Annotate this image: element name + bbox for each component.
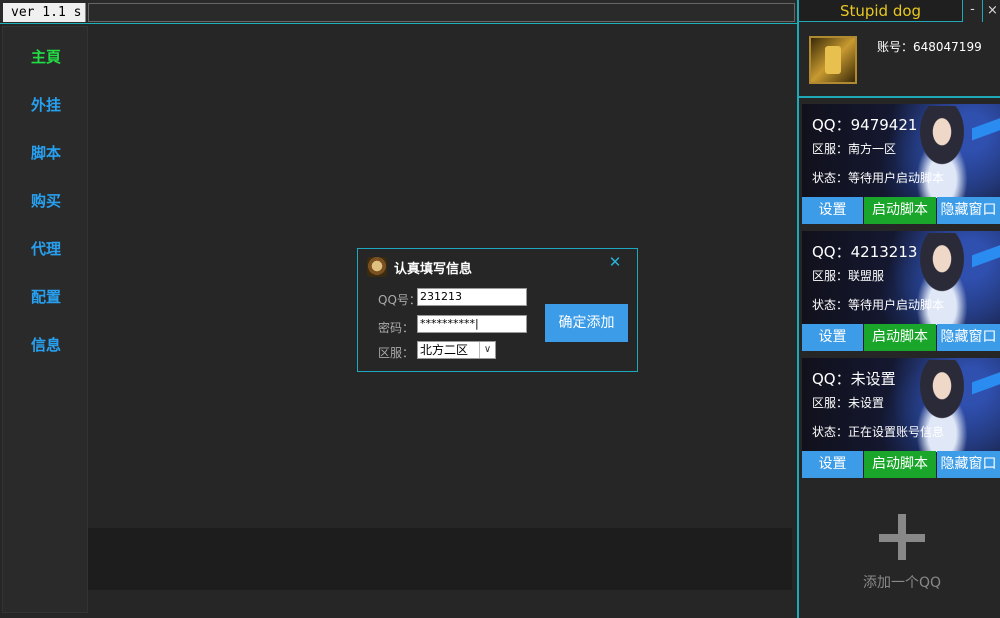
accent-decoration (972, 104, 1000, 154)
hide-window-button[interactable]: 隐藏窗口 (937, 324, 1000, 351)
password-label: 密码： (378, 321, 415, 335)
account-card: QQ：9479421 区服：南方一区 状态：等待用户启动脚本 设置 启动脚本 隐… (802, 104, 1000, 224)
version-label: ver 1.1 s (3, 3, 86, 22)
account-label: 账号：648047199 (877, 40, 982, 54)
add-account-dialog: 认真填写信息 ✕ QQ号： 231213 密码： **********| 区服：… (357, 248, 638, 372)
card-qq: QQ：未设置 (812, 370, 896, 388)
avatar (809, 36, 857, 84)
card-status: 状态：等待用户启动脚本 (812, 298, 945, 312)
sidebar-item-home[interactable]: 主頁 (3, 46, 89, 67)
start-script-button[interactable]: 启动脚本 (864, 451, 936, 478)
minimize-button[interactable]: - (962, 0, 982, 22)
zone-select[interactable]: 北方二区 ∨ (417, 341, 496, 359)
panel-title: Stupid dog (799, 0, 962, 22)
accent-decoration (972, 358, 1000, 408)
sidebar-item-config[interactable]: 配置 (3, 286, 89, 307)
hide-window-button[interactable]: 隐藏窗口 (937, 197, 1000, 224)
plus-icon[interactable] (879, 514, 927, 562)
close-button[interactable]: × (982, 0, 1000, 22)
sidebar-item-info[interactable]: 信息 (3, 334, 89, 355)
card-qq: QQ：4213213 (812, 243, 918, 261)
card-status: 状态：等待用户启动脚本 (812, 171, 945, 185)
accent-decoration (972, 231, 1000, 281)
title-bar-area (88, 3, 795, 22)
qq-label: QQ号： (378, 293, 421, 307)
settings-button[interactable]: 设置 (802, 324, 863, 351)
sidebar-item-cheats[interactable]: 外挂 (3, 94, 89, 115)
chevron-down-icon[interactable]: ∨ (479, 342, 495, 358)
sidebar: 主頁 外挂 脚本 购买 代理 配置 信息 (2, 26, 88, 613)
log-panel (88, 528, 792, 590)
card-zone: 区服：未设置 (812, 396, 885, 410)
account-card: QQ：未设置 区服：未设置 状态：正在设置账号信息 设置 启动脚本 隐藏窗口 (802, 358, 1000, 478)
card-zone: 区服：南方一区 (812, 142, 897, 156)
dialog-title: 认真填写信息 (394, 262, 473, 277)
sidebar-item-scripts[interactable]: 脚本 (3, 142, 89, 163)
account-card: QQ：4213213 区服：联盟服 状态：等待用户启动脚本 设置 启动脚本 隐藏… (802, 231, 1000, 351)
zone-label: 区服： (378, 346, 415, 360)
hide-window-button[interactable]: 隐藏窗口 (937, 451, 1000, 478)
account-panel: Stupid dog - × 账号：648047199 QQ：9479421 区… (797, 0, 1000, 618)
settings-button[interactable]: 设置 (802, 451, 863, 478)
card-zone: 区服：联盟服 (812, 269, 885, 283)
add-qq-button[interactable]: 添加一个QQ (857, 572, 947, 592)
confirm-add-button[interactable]: 确定添加 (545, 304, 628, 342)
sidebar-item-purchase[interactable]: 购买 (3, 190, 89, 211)
settings-button[interactable]: 设置 (802, 197, 863, 224)
zone-select-value: 北方二区 (420, 343, 469, 357)
qq-input[interactable]: 231213 (417, 288, 527, 306)
app-icon (367, 257, 387, 277)
card-qq: QQ：9479421 (812, 116, 918, 134)
close-icon[interactable]: ✕ (606, 253, 624, 271)
start-script-button[interactable]: 启动脚本 (864, 197, 936, 224)
sidebar-item-agent[interactable]: 代理 (3, 238, 89, 259)
start-script-button[interactable]: 启动脚本 (864, 324, 936, 351)
card-status: 状态：正在设置账号信息 (812, 425, 945, 439)
divider (799, 96, 1000, 98)
password-input[interactable]: **********| (417, 315, 527, 333)
